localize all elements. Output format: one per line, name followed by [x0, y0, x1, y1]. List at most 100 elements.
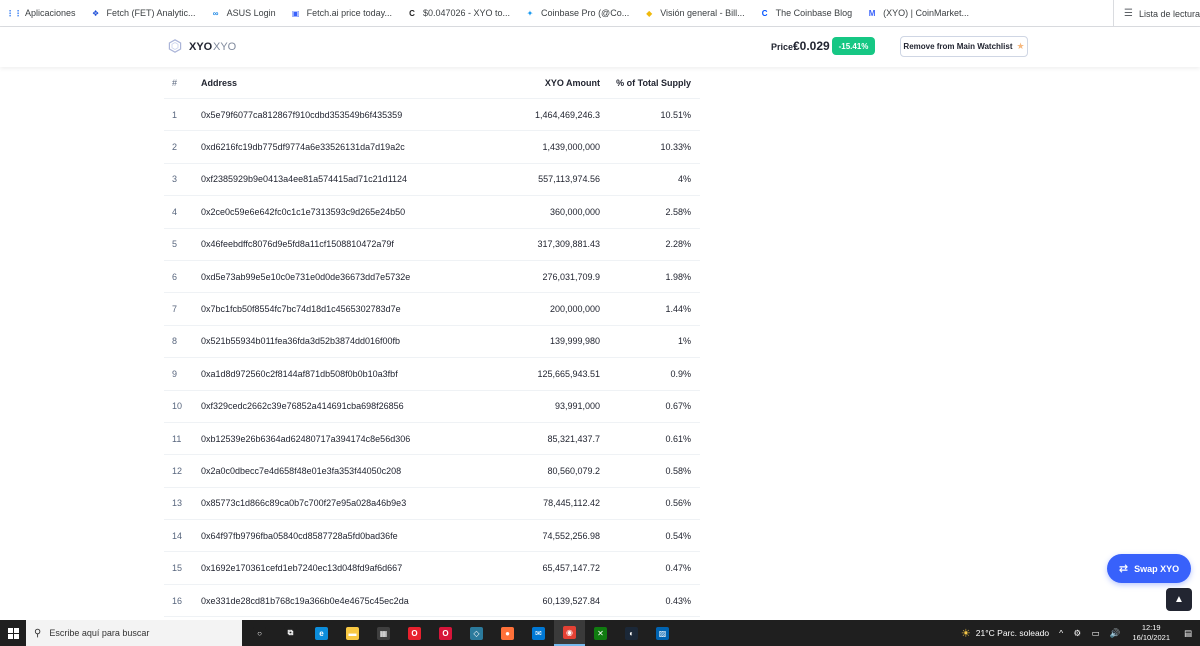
tray-icons[interactable]: ^ ⚙ ▭ 🔊 [1059, 628, 1124, 639]
table-row: 15 0x1692e170361cefd1eb7240ec13d048fd9af6… [164, 552, 700, 585]
holder-address[interactable]: 0x1692e170361cefd1eb7240ec13d048fd9af6d6… [201, 563, 402, 573]
holder-rank: 10 [172, 401, 183, 412]
apps-grid-icon: ⋮⋮ [6, 8, 22, 18]
coingecko-icon: ▣ [291, 8, 300, 18]
taskbar-app-button[interactable]: O [430, 620, 461, 646]
holder-address[interactable]: 0x2a0c0dbecc7e4d658f48e01e3fa353f44050c2… [201, 466, 401, 476]
holder-address[interactable]: 0x46feebdffc8076d9e5fd8a11cf1508810472a7… [201, 239, 394, 249]
bookmark-item[interactable]: ❖ Fetch (FET) Analytic... [91, 8, 196, 18]
firefox-icon: ● [501, 626, 514, 640]
coinbase-icon: C [761, 8, 768, 18]
asus-icon: ∞ [212, 8, 219, 18]
holder-percent: 1% [677, 336, 691, 347]
bookmark-item[interactable]: ◆ Visión general - Bill... [644, 8, 744, 18]
holder-address[interactable]: 0xa1d8d972560c2f8144af871db508f0b0b10a3f… [201, 369, 398, 379]
holder-address[interactable]: 0x64f97fb9796fba05840cd8587728a5fd0bad36… [201, 531, 398, 541]
scroll-to-top-button[interactable]: ▲ [1166, 588, 1192, 611]
taskbar-app-button[interactable]: ◉ [554, 620, 585, 646]
holder-address[interactable]: 0xf329cedc2662c39e76852a414691cba698f268… [201, 401, 404, 411]
windows-logo-icon [7, 627, 19, 639]
system-tray: ☀ 21°C Parc. soleado ^ ⚙ ▭ 🔊 12:19 16/10… [961, 620, 1200, 646]
holder-address[interactable]: 0xb12539e26b6364ad62480717a394174c8e56d3… [201, 434, 410, 444]
holder-amount: 80,560,079.2 [547, 465, 600, 476]
opera-gx-icon: O [439, 626, 452, 640]
column-header-amount: XYO Amount [544, 77, 600, 88]
start-button[interactable] [0, 620, 26, 646]
holder-percent: 0.56% [665, 498, 691, 509]
taskbar-clock[interactable]: 12:19 16/10/2021 [1132, 623, 1170, 643]
holder-address[interactable]: 0xd6216fc19db775df9774a6e33526131da7d19a… [201, 142, 405, 152]
table-row: 5 0x46feebdffc8076d9e5fd8a11cf1508810472a… [164, 229, 700, 261]
holder-percent: 10.51% [660, 109, 691, 120]
bookmark-item[interactable]: C $0.047026 - XYO to... [407, 8, 510, 18]
notifications-icon[interactable]: ▤ [1180, 628, 1196, 639]
reading-list-button[interactable]: ☰ Lista de lectura [1112, 0, 1200, 26]
table-row: 3 0xf2385929b9e0413a4ee81a574415ad71c21d1… [164, 164, 700, 197]
holder-amount: 317,309,881.43 [537, 239, 600, 250]
holder-address[interactable]: 0xe331de28cd81b768c19a366b0e4e4675c45ec2… [201, 596, 409, 606]
mail-icon: ✉ [532, 626, 545, 640]
price-change-badge: -15.41% [832, 37, 875, 55]
holder-amount: 125,665,943.51 [537, 368, 600, 379]
table-row: 8 0x521b55934b011fea36fda3d52b3874dd016f0… [164, 326, 700, 359]
coin-symbol: XYO [189, 41, 213, 53]
table-row: 9 0xa1d8d972560c2f8144af871db508f0b0b10a3… [164, 358, 700, 391]
bookmark-item[interactable]: ✦ Coinbase Pro (@Co... [525, 8, 630, 18]
bookmark-item[interactable]: M (XYO) | CoinMarket... [867, 8, 969, 18]
holder-address[interactable]: 0x5e79f6077ca812867f910cdbd353549b6f4353… [201, 110, 402, 120]
chevron-up-icon: ▲ [1174, 594, 1184, 605]
weather-widget[interactable]: ☀ 21°C Parc. soleado [961, 627, 1049, 640]
holder-percent: 0.47% [665, 563, 691, 574]
taskbar-app-button[interactable]: ▬ [337, 620, 368, 646]
holder-percent: 10.33% [660, 142, 691, 153]
table-row: 12 0x2a0c0dbecc7e4d658f48e01e3fa353f44050… [164, 455, 700, 488]
column-header-address: Address [201, 77, 238, 88]
taskbar-search-box[interactable]: ⚲ Escribe aquí para buscar [26, 620, 242, 646]
taskbar-app-button[interactable]: ◐ [616, 620, 647, 646]
taskbar-app-button[interactable]: ✕ [585, 620, 616, 646]
reading-list-label: Lista de lectura [1138, 8, 1200, 19]
bookmark-item[interactable]: ⋮⋮ Aplicaciones [6, 8, 76, 18]
coin-header: XYO XYO Price: €0.029 -15.41% Remove fro… [0, 27, 1200, 67]
reading-list-icon: ☰ [1123, 8, 1133, 19]
taskbar-app-button[interactable]: e [306, 620, 337, 646]
bookmark-label: Fetch (FET) Analytic... [106, 8, 196, 18]
bookmark-item[interactable]: C The Coinbase Blog [760, 8, 853, 18]
store-icon: ▦ [377, 626, 390, 640]
bookmark-item[interactable]: ▣ Fetch.ai price today... [291, 8, 392, 18]
taskbar-app-button[interactable]: ✉ [523, 620, 554, 646]
holder-address[interactable]: 0x521b55934b011fea36fda3d52b3874dd016f00… [201, 336, 400, 346]
holder-address[interactable]: 0xf2385929b9e0413a4ee81a574415ad71c21d11… [201, 174, 407, 184]
bookmark-item[interactable]: ∞ ASUS Login [211, 8, 276, 18]
holder-amount: 360,000,000 [549, 206, 600, 217]
swap-xyo-button[interactable]: ⇄ Swap XYO [1107, 554, 1191, 583]
taskbar-app-button[interactable]: ▨ [647, 620, 678, 646]
holder-address[interactable]: 0x7bc1fcb50f8554fc7bc74d18d1c4565302783d… [201, 304, 401, 314]
holder-percent: 0.61% [665, 433, 691, 444]
holder-rank: 9 [172, 368, 178, 379]
holder-amount: 200,000,000 [549, 304, 600, 315]
swap-arrows-icon: ⇄ [1118, 563, 1129, 575]
holder-address[interactable]: 0x2ce0c59e6e642fc0c1c1e7313593c9d265e24b… [201, 207, 405, 217]
bookmark-label: Fetch.ai price today... [306, 8, 392, 18]
taskbar-app-button[interactable]: ⧉ [275, 620, 306, 646]
holder-amount: 139,999,980 [549, 336, 600, 347]
taskbar-app-button[interactable]: ▦ [368, 620, 399, 646]
task-view-icon: ⧉ [284, 626, 297, 640]
bookmark-label: The Coinbase Blog [775, 8, 853, 18]
holder-address[interactable]: 0xd5e73ab99e5e10c0e731e0d0de36673dd7e573… [201, 272, 410, 282]
holder-rank: 16 [172, 595, 183, 606]
holder-percent: 1.98% [665, 271, 691, 282]
taskbar-app-button[interactable]: O [399, 620, 430, 646]
taskbar-app-button[interactable]: ◇ [461, 620, 492, 646]
taskbar-app-button[interactable]: ○ [244, 620, 275, 646]
holder-address[interactable]: 0x85773c1d866c89ca0b7c700f27e95a028a46b9… [201, 498, 406, 508]
chrome-icon: ◉ [563, 625, 576, 639]
taskbar-app-button[interactable]: ● [492, 620, 523, 646]
remove-from-watchlist-button[interactable]: Remove from Main Watchlist ★ [900, 36, 1028, 57]
bookmark-label: (XYO) | CoinMarket... [883, 8, 969, 18]
table-row: 7 0x7bc1fcb50f8554fc7bc74d18d1c4565302783… [164, 293, 700, 326]
table-row: 4 0x2ce0c59e6e642fc0c1c1e7313593c9d265e24… [164, 196, 700, 229]
bookmark-label: Aplicaciones [25, 8, 76, 18]
holder-amount: 276,031,709.9 [542, 271, 600, 282]
